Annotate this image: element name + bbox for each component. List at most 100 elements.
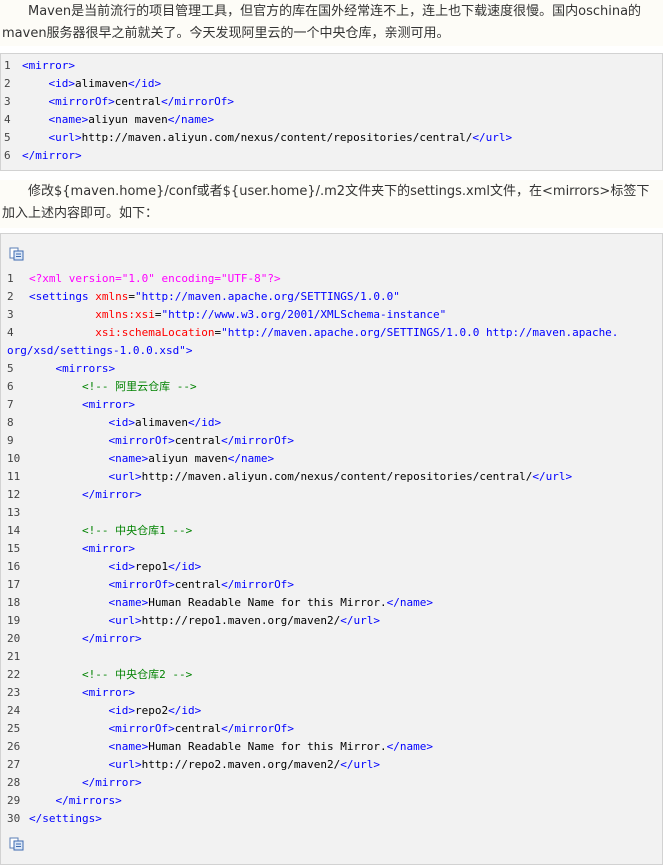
line-number: 3 bbox=[4, 95, 11, 108]
code-line: 6 </mirror> bbox=[1, 147, 662, 165]
code-token: org/xsd/settings-1.0.0.xsd" bbox=[7, 344, 186, 357]
code-token: xsi:schemaLocation bbox=[95, 326, 215, 339]
code-token: </ bbox=[227, 452, 241, 465]
code-token: </ bbox=[22, 149, 36, 162]
code-token: </ bbox=[81, 488, 96, 501]
code-token: </ bbox=[29, 812, 43, 825]
line-number: 14 bbox=[7, 524, 21, 537]
copy-code-icon[interactable] bbox=[9, 837, 25, 851]
line-number: 7 bbox=[7, 398, 14, 411]
line-number: 2 bbox=[4, 77, 11, 90]
code-token: mirror bbox=[95, 632, 135, 645]
code-token: url bbox=[353, 758, 374, 771]
code-line: 7 <mirror> bbox=[1, 396, 662, 414]
code-token: > bbox=[128, 704, 135, 717]
code-token: </ bbox=[127, 77, 142, 90]
code-line: 4 <name>aliyun maven</name> bbox=[1, 111, 662, 129]
code-token: </ bbox=[221, 434, 235, 447]
code-token: settings bbox=[42, 812, 96, 825]
line-number: 13 bbox=[7, 506, 21, 519]
code-token: > bbox=[214, 416, 222, 429]
code-token: aliyun maven bbox=[88, 113, 168, 126]
code-token: > bbox=[287, 434, 294, 447]
code-block-mirror[interactable]: 1 <mirror> 2 <id>alimaven</id> 3 <mirrorOf>… bbox=[0, 53, 663, 171]
code-token: </ bbox=[187, 416, 202, 429]
code-line: 8 <id>alimaven</id> bbox=[1, 414, 662, 432]
code-token: <!-- 中央仓库2 --> bbox=[81, 668, 193, 681]
code-token: id bbox=[115, 416, 129, 429]
code-token: mirrorOf bbox=[55, 95, 109, 108]
code-line: 24 <id>repo2</id> bbox=[1, 702, 662, 720]
code-token: id bbox=[181, 560, 195, 573]
code-line: 6 <!-- 阿里云仓库 --> bbox=[1, 378, 662, 396]
code-line: 23 <mirror> bbox=[1, 684, 662, 702]
code-line: 25 <mirrorOf>central</mirrorOf> bbox=[1, 720, 662, 738]
code-token: central bbox=[174, 434, 222, 447]
line-number: 24 bbox=[7, 704, 21, 717]
line-number: 18 bbox=[7, 596, 21, 609]
code-token: > bbox=[168, 578, 175, 591]
code-token: > bbox=[128, 560, 135, 573]
code-line: 1 <?xml version="1.0" encoding="UTF-8"?> bbox=[1, 270, 662, 288]
code-token: > bbox=[128, 542, 135, 555]
code-token: mirrorOf bbox=[234, 578, 288, 591]
code-line: 11 <url>http://maven.aliyun.com/nexus/co… bbox=[1, 468, 662, 486]
code-token: mirror bbox=[88, 398, 129, 411]
code-token: mirrorOf bbox=[174, 95, 228, 108]
code-token: > bbox=[185, 344, 193, 357]
code-token: </ bbox=[221, 722, 235, 735]
line-number: 2 bbox=[7, 290, 14, 303]
code-token: mirror bbox=[95, 776, 135, 789]
intro-paragraph: Maven是当前流行的项目管理工具，但官方的库在国外经常连不上，连上也下载速度很… bbox=[0, 0, 663, 46]
code-token: > bbox=[68, 59, 75, 72]
code-line: 16 <id>repo1</id> bbox=[1, 558, 662, 576]
code-token: > bbox=[68, 77, 75, 90]
code-token: < bbox=[29, 290, 36, 303]
line-number: 1 bbox=[7, 272, 14, 285]
code-token: id bbox=[181, 704, 195, 717]
code-token: </ bbox=[55, 794, 69, 807]
code-token: repo1 bbox=[134, 560, 169, 573]
code-token: mirror bbox=[88, 686, 129, 699]
code-token: id bbox=[141, 77, 155, 90]
line-number: 4 bbox=[4, 113, 11, 126]
code-token: alimaven bbox=[75, 77, 128, 90]
code-block-settings[interactable]: 1 <?xml version="1.0" encoding="UTF-8"?> 2… bbox=[0, 233, 663, 865]
line-number: 19 bbox=[7, 614, 21, 627]
code-line: 14 <!-- 中央仓库1 --> bbox=[1, 522, 662, 540]
line-number: 12 bbox=[7, 488, 21, 501]
code-line: 2 <settings xmlns="http://maven.apache.or… bbox=[1, 288, 662, 306]
code-token: > bbox=[128, 686, 135, 699]
line-number: 17 bbox=[7, 578, 21, 591]
code-line: 4 xsi:schemaLocation="http://maven.apach… bbox=[1, 324, 662, 342]
code-token: > bbox=[267, 452, 275, 465]
code-token: name bbox=[55, 113, 82, 126]
code-token: central bbox=[174, 578, 222, 591]
line-number: 4 bbox=[7, 326, 14, 339]
code-line: 13 bbox=[1, 504, 662, 522]
line-number: 20 bbox=[7, 632, 21, 645]
code-line: 27 <url>http://repo2.maven.org/maven2/</… bbox=[1, 756, 662, 774]
code-token: mirrorOf bbox=[115, 578, 169, 591]
code-line: 20 </mirror> bbox=[1, 630, 662, 648]
code-line: 17 <mirrorOf>central</mirrorOf> bbox=[1, 576, 662, 594]
code-token: name bbox=[115, 452, 142, 465]
code-token: central bbox=[174, 722, 222, 735]
code-token: url bbox=[115, 758, 135, 771]
code-token: Human Readable Name for this Mirror. bbox=[148, 596, 387, 609]
code-token: </ bbox=[167, 113, 181, 126]
code-token: "http://maven.apache.org/SETTINGS/1.0.0 … bbox=[221, 326, 619, 339]
code-token: </ bbox=[386, 596, 400, 609]
code-token: mirrorOf bbox=[234, 434, 288, 447]
code-token: mirrors bbox=[68, 794, 116, 807]
intro-text: Maven是当前流行的项目管理工具，但官方的库在国外经常连不上，连上也下载速度很… bbox=[2, 4, 642, 41]
code-token: = bbox=[128, 290, 135, 303]
copy-code-icon[interactable] bbox=[9, 247, 25, 261]
line-number: 30 bbox=[7, 812, 21, 825]
code-line: 5 <url>http://maven.aliyun.com/nexus/con… bbox=[1, 129, 662, 147]
code-line: 19 <url>http://repo1.maven.org/maven2/</… bbox=[1, 612, 662, 630]
code-token: > bbox=[426, 740, 434, 753]
code-line: 12 </mirror> bbox=[1, 486, 662, 504]
code-token: > bbox=[194, 560, 202, 573]
code-token: xmlns:xsi bbox=[95, 308, 155, 321]
